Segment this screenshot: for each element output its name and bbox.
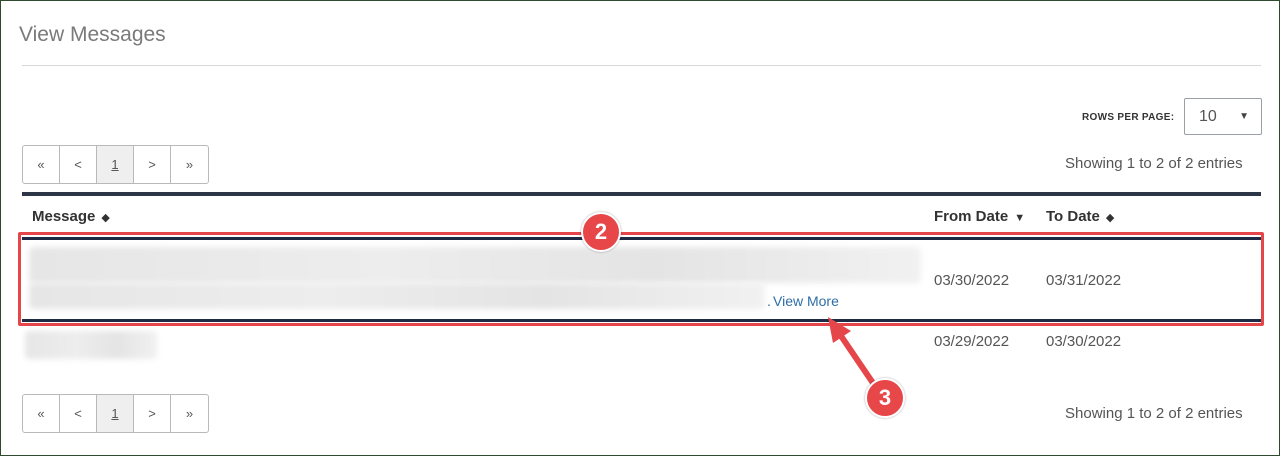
annotation-arrow-icon bbox=[828, 317, 878, 389]
view-messages-panel: View Messages ROWS PER PAGE: 10 ▼ « < 1 … bbox=[0, 0, 1280, 456]
annotation-step-badge: 3 bbox=[865, 378, 905, 418]
